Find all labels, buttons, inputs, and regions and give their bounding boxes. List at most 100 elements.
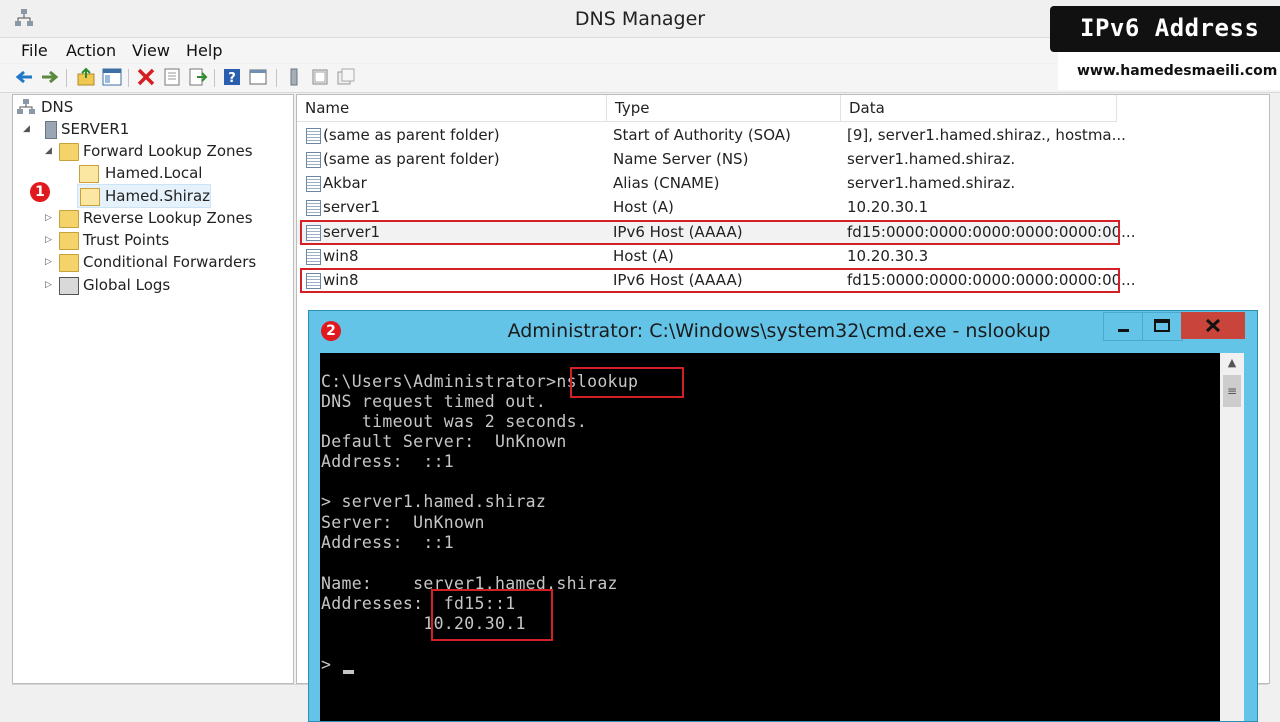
menu-file[interactable]: File xyxy=(21,41,48,60)
close-icon xyxy=(1205,318,1221,333)
tree-label-hamed-local: Hamed.Local xyxy=(105,164,203,182)
console-line: > server1.hamed.shiraz xyxy=(321,492,547,511)
svg-text:?: ? xyxy=(228,71,236,86)
tree-item-reverse-lookup-zones[interactable]: ▷ Reverse Lookup Zones xyxy=(45,207,275,229)
expand-arrow-icon[interactable]: ▷ xyxy=(45,229,57,251)
tree-item-forward-lookup-zones[interactable]: ◢ Forward Lookup Zones xyxy=(45,140,275,162)
tree-item-trust-points[interactable]: ▷ Trust Points xyxy=(45,229,275,251)
scroll-up-icon[interactable]: ▲ xyxy=(1220,353,1244,373)
minimize-icon xyxy=(1118,329,1129,332)
folder-icon xyxy=(59,254,79,272)
record-name: server1 xyxy=(323,198,381,216)
expand-arrow-icon[interactable]: ▷ xyxy=(45,207,57,229)
record-data: 10.20.30.3 xyxy=(847,247,929,265)
zone-icon xyxy=(80,188,100,206)
console-prompt: > xyxy=(321,655,342,674)
record-row[interactable]: (same as parent folder) Start of Authori… xyxy=(297,123,1126,147)
tree-item-hamed-shiraz[interactable]: Hamed.Shiraz xyxy=(77,184,211,208)
record-icon[interactable] xyxy=(336,67,356,87)
console-tree[interactable]: DNS ◢ SERVER1 ◢ Forward Lookup Zones Ham… xyxy=(12,94,294,684)
up-folder-icon[interactable] xyxy=(76,67,96,87)
record-row[interactable]: (same as parent folder) Name Server (NS)… xyxy=(297,147,1117,171)
toolbar-separator xyxy=(276,69,277,87)
tree-item-dns[interactable]: DNS xyxy=(17,96,217,118)
record-row[interactable]: server1 Host (A) 10.20.30.1 xyxy=(297,195,1117,219)
forward-arrow-icon[interactable] xyxy=(40,67,60,87)
expand-arrow-icon[interactable]: ▷ xyxy=(45,274,57,296)
tree-label-conditional-forwarders: Conditional Forwarders xyxy=(83,253,257,271)
record-type: Alias (CNAME) xyxy=(613,174,720,192)
menu-view[interactable]: View xyxy=(132,41,170,60)
record-data: server1.hamed.shiraz. xyxy=(847,174,1016,192)
record-row[interactable]: Akbar Alias (CNAME) server1.hamed.shiraz… xyxy=(297,171,1117,195)
record-name: (same as parent folder) xyxy=(323,126,500,144)
global-logs-icon xyxy=(59,277,79,295)
zone-icon xyxy=(79,165,99,183)
folder-icon xyxy=(59,143,79,161)
tree-label-reverse-lookup-zones: Reverse Lookup Zones xyxy=(83,209,253,227)
console-line: Default Server: UnKnown xyxy=(321,432,567,451)
tree-item-conditional-forwarders[interactable]: ▷ Conditional Forwarders xyxy=(45,251,285,273)
console-line: timeout was 2 seconds. xyxy=(321,412,588,431)
dns-icon xyxy=(17,99,35,114)
minimize-button[interactable] xyxy=(1103,312,1144,341)
watermark-badge: IPv6 Address www.hamedesmaeili.com xyxy=(1050,0,1280,92)
console-line: Address: ::1 xyxy=(321,533,455,552)
export-list-icon[interactable] xyxy=(188,67,208,87)
server-icon[interactable] xyxy=(284,67,304,87)
record-icon xyxy=(306,176,321,192)
highlight-box xyxy=(570,367,684,398)
column-header-data[interactable]: Data xyxy=(841,95,1117,121)
tree-item-server1[interactable]: ◢ SERVER1 xyxy=(23,118,223,140)
toolbar-separator xyxy=(66,69,67,87)
server-icon xyxy=(45,121,57,139)
toolbar-separator xyxy=(214,69,215,87)
maximize-icon xyxy=(1154,319,1170,332)
menu-help[interactable]: Help xyxy=(186,41,222,60)
console-line: Address: ::1 xyxy=(321,452,455,471)
folder-icon xyxy=(59,210,79,228)
vertical-scrollbar[interactable]: ▲ ≡ xyxy=(1220,353,1244,721)
record-data: [9], server1.hamed.shiraz., hostma... xyxy=(847,126,1126,144)
cmd-window[interactable]: 2 Administrator: C:\Windows\system32\cmd… xyxy=(308,310,1258,722)
highlight-box xyxy=(300,220,1120,245)
record-name: (same as parent folder) xyxy=(323,150,500,168)
tree-item-global-logs[interactable]: ▷ Global Logs xyxy=(45,274,275,296)
console-line: Server: UnKnown xyxy=(321,513,485,532)
record-icon xyxy=(306,200,321,216)
scrollbar-thumb[interactable]: ≡ xyxy=(1223,375,1241,407)
console-output[interactable]: C:\Users\Administrator>nslookup DNS requ… xyxy=(320,353,1220,721)
tree-label-dns: DNS xyxy=(41,98,74,116)
column-header-name[interactable]: Name xyxy=(297,95,607,121)
record-type: Host (A) xyxy=(613,247,674,265)
record-type: Host (A) xyxy=(613,198,674,216)
record-icon xyxy=(306,249,321,265)
column-header-type[interactable]: Type xyxy=(607,95,841,121)
view-icon[interactable] xyxy=(248,67,268,87)
step-marker-1: 1 xyxy=(30,182,50,202)
close-button[interactable] xyxy=(1181,312,1245,339)
toolbar-separator xyxy=(128,69,129,87)
collapse-arrow-icon[interactable]: ◢ xyxy=(45,140,57,162)
text-cursor xyxy=(343,670,354,674)
show-hide-console-tree-icon[interactable] xyxy=(102,67,122,87)
delete-icon[interactable] xyxy=(136,67,156,87)
highlight-box xyxy=(300,268,1120,293)
tree-label-hamed-shiraz: Hamed.Shiraz xyxy=(105,187,211,205)
folder-icon xyxy=(59,232,79,250)
record-row[interactable]: win8 Host (A) 10.20.30.3 xyxy=(297,244,1117,268)
record-icon xyxy=(306,152,321,168)
zone-icon[interactable] xyxy=(310,67,330,87)
badge-title: IPv6 Address xyxy=(1080,14,1260,42)
back-arrow-icon[interactable] xyxy=(14,67,34,87)
menu-action[interactable]: Action xyxy=(66,41,116,60)
highlight-box xyxy=(431,589,553,641)
expand-arrow-icon[interactable]: ▷ xyxy=(45,251,57,273)
help-icon[interactable]: ? xyxy=(222,67,242,87)
maximize-button[interactable] xyxy=(1142,312,1183,341)
tree-label-global-logs: Global Logs xyxy=(83,276,171,294)
collapse-arrow-icon[interactable]: ◢ xyxy=(23,118,35,140)
tree-item-hamed-local[interactable]: Hamed.Local xyxy=(79,162,229,184)
properties-icon[interactable] xyxy=(162,67,182,87)
record-data: 10.20.30.1 xyxy=(847,198,929,216)
